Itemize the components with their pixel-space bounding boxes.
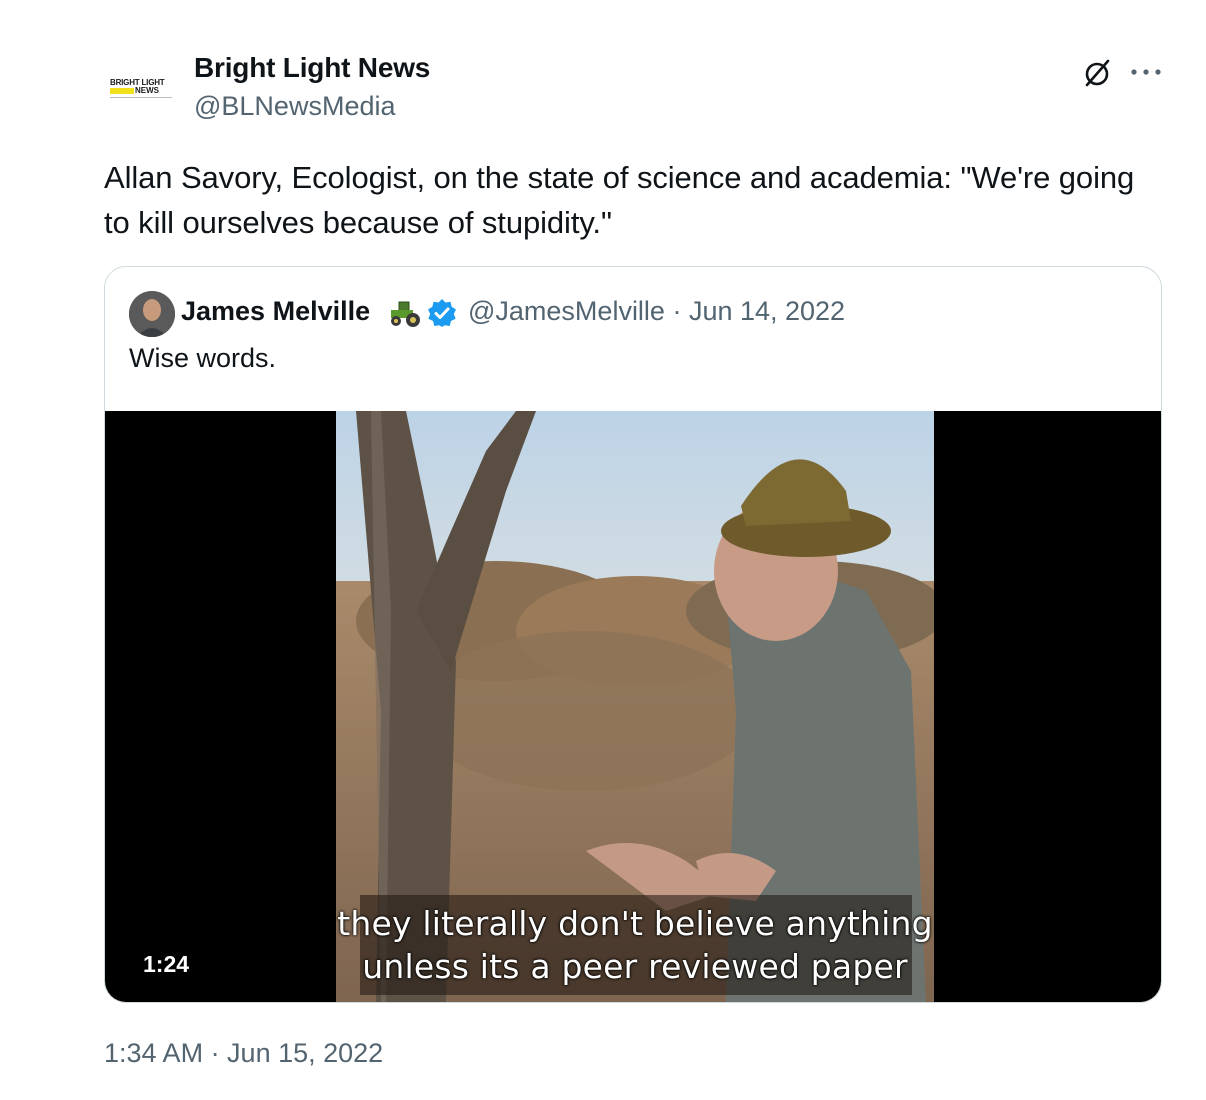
quoted-author-name[interactable]: James Melville [181,296,370,327]
author-display-name[interactable]: Bright Light News [194,52,430,84]
quoted-tweet[interactable]: James Melville @JamesMelville · Jun 14, … [104,266,1162,1003]
quoted-handle-date[interactable]: @JamesMelville · Jun 14, 2022 [468,296,845,327]
author-handle[interactable]: @BLNewsMedia [194,91,396,122]
author-avatar[interactable]: BRIGHT LIGHT NEWS [104,50,180,126]
video-duration: 1:24 [143,951,190,977]
video-caption-line-1: they literally don't believe anything [337,904,933,943]
verified-badge-icon [428,299,456,327]
avatar-logo-bar [110,88,134,94]
tweet-card: BRIGHT LIGHT NEWS Bright Light News @BLN… [0,0,1206,1100]
grok-icon [1085,59,1110,87]
video-player[interactable]: they literally don't believe anything un… [105,411,1161,1002]
more-options-icon [1131,69,1161,75]
avatar-logo-line [110,97,172,98]
avatar-portrait-icon [129,291,175,337]
tweet-timestamp[interactable]: 1:34 AM · Jun 15, 2022 [104,1038,383,1069]
avatar-logo-news: NEWS [135,86,159,95]
more-options-button[interactable] [1126,58,1166,86]
tractor-icon [391,301,420,327]
quoted-tweet-text: Wise words. [129,343,277,373]
video-caption-line-2: unless its a peer reviewed paper [362,947,908,986]
quoted-author-avatar[interactable] [129,291,175,337]
video-frame: they literally don't believe anything un… [336,411,934,1002]
tweet-text: Allan Savory, Ecologist, on the state of… [104,160,1135,240]
grok-button[interactable] [1080,54,1114,92]
